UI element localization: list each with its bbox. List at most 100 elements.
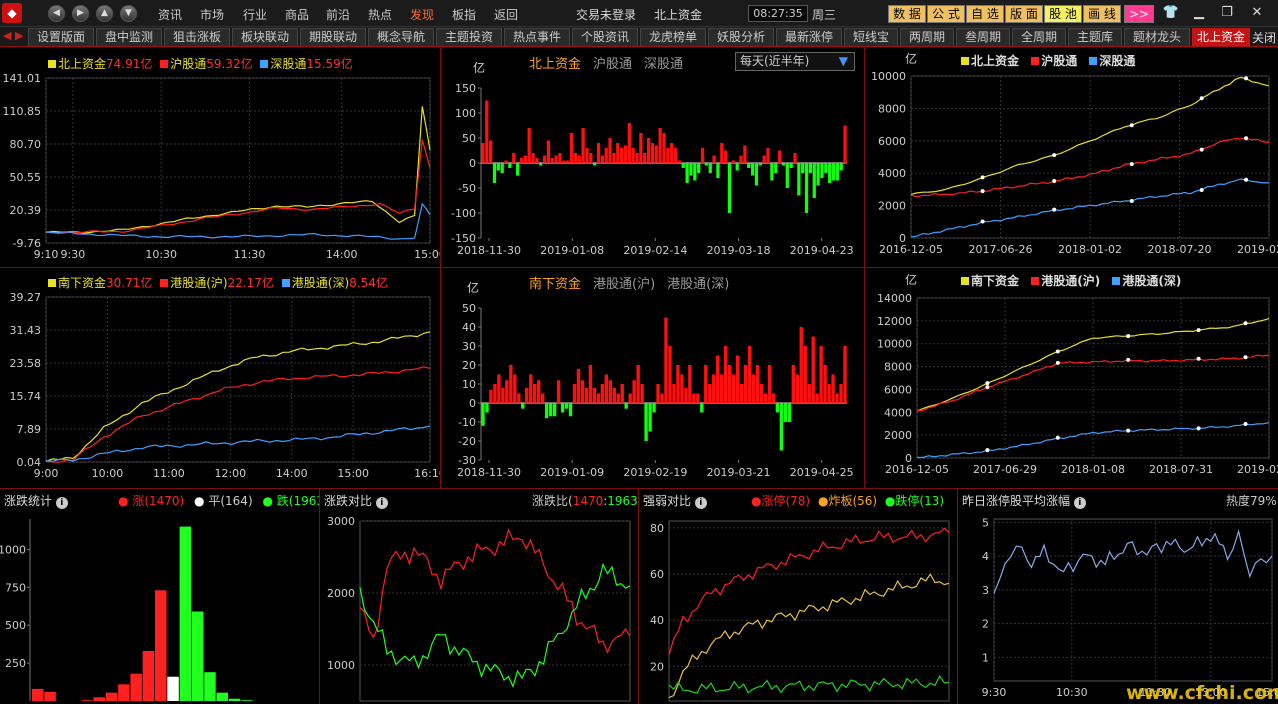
more-button[interactable]: >>: [1124, 5, 1154, 23]
down-icon[interactable]: ▼: [120, 5, 137, 22]
limitup-avg-panel[interactable]: 昨日涨停股平均涨幅 i 热度79% 5 4 3 2 1 9:30 10:30 11:30 13:…: [958, 489, 1278, 704]
strength-compare-chart[interactable]: 80 60 40 20: [639, 489, 957, 704]
menu-industry[interactable]: 行业: [243, 6, 267, 23]
tab-10[interactable]: 妖股分析: [708, 28, 774, 46]
y-tick-label: 12000: [877, 315, 912, 328]
tab-6[interactable]: 主题投资: [436, 28, 502, 46]
north-cumulative-chart[interactable]: 亿10000800060004000200002016-12-05 2017-06…: [865, 48, 1278, 267]
menu-board-index[interactable]: 板指: [452, 6, 476, 23]
quick-button-5[interactable]: 画 线: [1083, 5, 1121, 23]
north-daily-panel[interactable]: 北上资金 沪股通 深股通 每天(近半年) ▼ 亿 150 100 50 0 -50 -100 -15…: [441, 48, 864, 267]
quick-button-1[interactable]: 公 式: [927, 5, 965, 23]
shirt-icon[interactable]: 👕: [1160, 4, 1182, 22]
bar: [731, 160, 735, 163]
back-icon[interactable]: ◀: [48, 5, 65, 22]
close-icon[interactable]: ✕: [1246, 4, 1268, 22]
tab-5[interactable]: 概念导航: [368, 28, 434, 46]
south-intraday-chart[interactable]: 39.2731.4323.5815.747.890.049:00 10:00 11:…: [0, 268, 441, 488]
tab-15[interactable]: 全周期: [1012, 28, 1066, 46]
tab-16[interactable]: 主题库: [1068, 28, 1122, 46]
legend-name: 港股通(沪): [170, 276, 228, 290]
tab-sz-connect[interactable]: 深股通: [644, 57, 683, 72]
menu-discover[interactable]: 发现: [410, 6, 434, 23]
south-intraday-panel[interactable]: 南下资金30.71亿 港股通(沪)22.17亿 港股通(深)8.54亿 39.2…: [0, 268, 441, 488]
info-icon[interactable]: i: [1073, 497, 1086, 509]
y-tick-label: 0: [469, 157, 476, 170]
tab-2[interactable]: 狙击涨板: [164, 28, 230, 46]
bar: [612, 387, 616, 403]
login-status[interactable]: 交易未登录: [576, 6, 636, 23]
south-daily-panel[interactable]: 南下资金 港股通(沪) 港股通(深) 亿 50 40 30 20 10 0 -10 -20 -30 20…: [441, 268, 864, 488]
info-icon[interactable]: i: [694, 497, 707, 509]
menu-news[interactable]: 资讯: [158, 6, 182, 23]
menu-market[interactable]: 市场: [200, 6, 224, 23]
info-icon[interactable]: i: [55, 497, 68, 509]
menu-return[interactable]: 返回: [494, 6, 518, 23]
south-daily-chart[interactable]: 亿50403020100-10-20-302018-11-30 2019-01-0…: [441, 268, 864, 488]
tab-12[interactable]: 短线宝: [844, 28, 898, 46]
up-icon[interactable]: ▲: [96, 5, 113, 22]
tab-south-capital[interactable]: 南下资金: [529, 277, 581, 292]
chevron-down-icon: ▼: [838, 54, 848, 68]
plot-frame: [668, 520, 950, 702]
bar: [489, 389, 493, 403]
south-cumulative-chart[interactable]: 亿140001200010000800060004000200002016-12…: [865, 268, 1278, 488]
updown-compare-panel[interactable]: 涨跌对比 i 涨跌比(1470:1963) 3000 2000 1000: [320, 489, 638, 704]
bar: [536, 380, 541, 403]
north-cumulative-panel[interactable]: 北上资金 沪股通 深股通 亿 10000 8000 6000 4000 2000 0 2016…: [865, 48, 1278, 267]
tab-4[interactable]: 期股联动: [300, 28, 366, 46]
tab-17[interactable]: 题材龙头: [1124, 28, 1190, 46]
x-tick-label: 2019-03-18: [707, 244, 771, 257]
south-cumulative-panel[interactable]: 南下资金 港股通(沪) 港股通(深) 亿 14000 12000 10000 8000 6…: [865, 268, 1278, 488]
tab-14[interactable]: 叁周期: [956, 28, 1010, 46]
tab-13[interactable]: 两周期: [900, 28, 954, 46]
quick-button-2[interactable]: 自 选: [966, 5, 1004, 23]
restore-icon[interactable]: ❐: [1216, 4, 1238, 22]
tab-hk-sh[interactable]: 港股通(沪): [593, 277, 655, 292]
tab-3[interactable]: 板块联动: [232, 28, 298, 46]
menu-frontier[interactable]: 前沿: [326, 6, 350, 23]
updown-compare-chart[interactable]: 3000 2000 1000: [320, 489, 638, 704]
tab-18[interactable]: 北上资金: [1192, 28, 1250, 46]
tab-next-icon[interactable]: ▶: [15, 29, 23, 42]
quick-button-4[interactable]: 股 池: [1044, 5, 1082, 23]
tab-0[interactable]: 设置版面: [28, 28, 94, 46]
tab-8[interactable]: 个股资讯: [572, 28, 638, 46]
period-select[interactable]: 每天(近半年) ▼: [735, 52, 855, 71]
north-intraday-chart[interactable]: 141.01110.8580.7050.5520.39-9.769:10 9:30…: [0, 48, 441, 267]
bar: [497, 374, 501, 403]
bar: [660, 393, 664, 403]
menu-commodity[interactable]: 商品: [285, 6, 309, 23]
bar: [759, 384, 764, 403]
tab-7[interactable]: 热点事件: [504, 28, 570, 46]
bar: [628, 393, 632, 403]
tab-11[interactable]: 最新涨停: [776, 28, 842, 46]
tab-prev-icon[interactable]: ◀: [3, 29, 11, 42]
updown-stats-chart[interactable]: 1000 750 500 250: [0, 489, 319, 704]
updown-stats-panel[interactable]: 涨跌统计 i ● 涨(1470) ● 平(164) ● 跌(1963) 1000…: [0, 489, 319, 704]
quick-button-0[interactable]: 数 据: [888, 5, 926, 23]
limitup-avg-chart[interactable]: 543219:3010:3011:3013:0015:00: [958, 489, 1278, 704]
bar: [588, 365, 593, 403]
tab-1[interactable]: 盘中监测: [96, 28, 162, 46]
tab-9[interactable]: 龙虎榜单: [640, 28, 706, 46]
info-icon[interactable]: i: [375, 497, 388, 509]
bar: [727, 365, 732, 403]
tab-hk-sz[interactable]: 港股通(深): [667, 277, 729, 292]
tab-north-capital[interactable]: 北上资金: [529, 57, 581, 72]
minimize-icon[interactable]: ▁: [1188, 4, 1210, 22]
quick-button-3[interactable]: 版 面: [1005, 5, 1043, 23]
strength-compare-panel[interactable]: 强弱对比 i ●涨停(78) ●炸板(56) ●跌停(13) 80 60 40 20: [639, 489, 957, 704]
forward-icon[interactable]: ▶: [72, 5, 89, 22]
north-intraday-panel[interactable]: 北上资金74.91亿 沪股通59.32亿 深股通15.59亿 141.01 110…: [0, 48, 441, 267]
series-line-1: [45, 366, 431, 463]
bar: [636, 365, 640, 403]
y-tick-label: -100: [451, 207, 476, 220]
close-tab-button[interactable]: 关闭: [1252, 29, 1276, 46]
logo-icon[interactable]: ◆: [2, 3, 22, 23]
north-daily-chart[interactable]: 亿150100500-50-100-1502018-11-30 2019-01-0…: [441, 48, 864, 267]
tab-sh-connect[interactable]: 沪股通: [593, 57, 632, 72]
bar: [142, 650, 155, 701]
menu-hot[interactable]: 热点: [368, 6, 392, 23]
bar: [608, 138, 612, 163]
